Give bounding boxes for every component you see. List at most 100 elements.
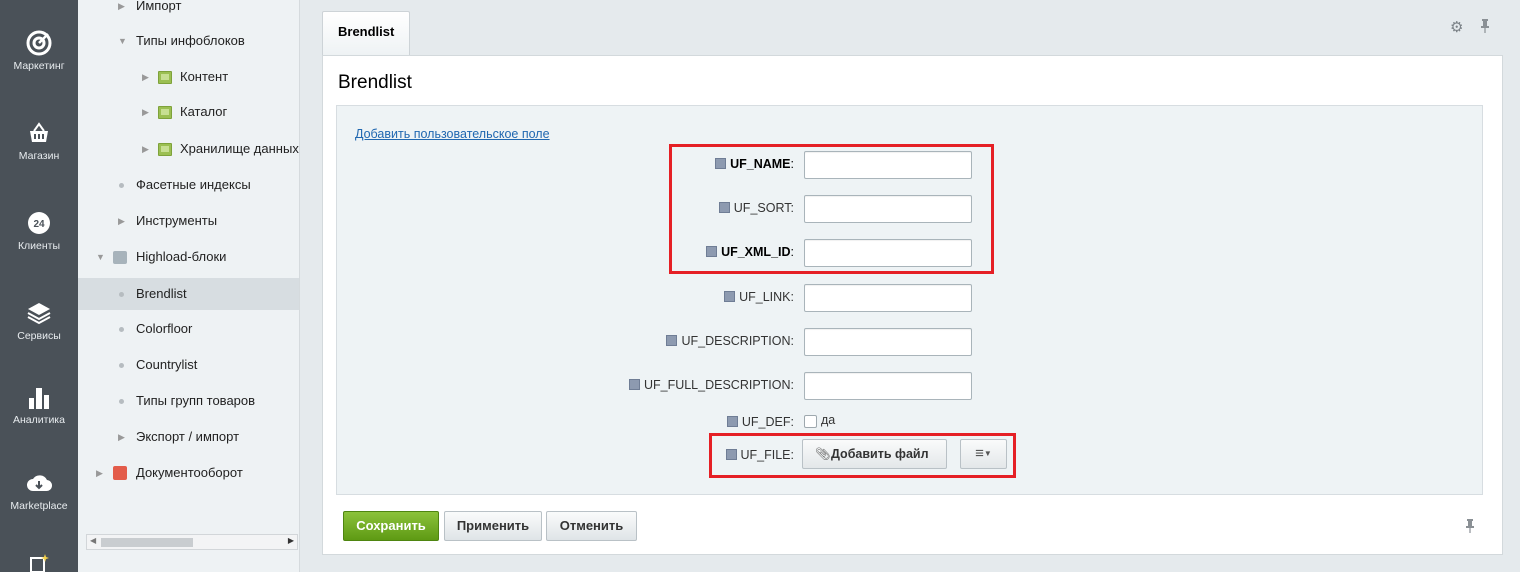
apply-button[interactable]: Применить (444, 511, 542, 541)
nav-item-wizard[interactable] (0, 552, 78, 572)
save-button[interactable]: Сохранить (343, 511, 439, 541)
expand-arrow-icon[interactable]: ▶ (118, 421, 125, 453)
tree-item-label: Brendlist (136, 286, 187, 301)
expand-arrow-icon[interactable]: ▶ (142, 133, 149, 165)
tree-item-brendlist[interactable]: Brendlist (78, 278, 299, 310)
expand-arrow-icon[interactable]: ▶ (96, 457, 103, 489)
highlight-file-field (709, 433, 1016, 478)
tree-item-facet-indexes[interactable]: Фасетные индексы (78, 169, 299, 201)
uf-link-input[interactable] (804, 284, 972, 312)
tree-horizontal-scrollbar[interactable]: ◀ ▶ (86, 534, 298, 550)
nav-item-label: Marketplace (10, 500, 68, 512)
scrollbar-thumb[interactable] (101, 538, 193, 547)
iblock-folder-icon (158, 143, 172, 156)
clients-24-icon: 24 (28, 212, 50, 234)
tree-item-label: Документооборот (136, 465, 243, 480)
nav-item-label: Клиенты (17, 240, 61, 252)
tree-item-export-import[interactable]: ▶ Экспорт / импорт (78, 421, 299, 453)
pin-icon[interactable] (1465, 518, 1475, 537)
bullet-icon (119, 363, 124, 368)
gear-icon[interactable]: ⚙ (1450, 18, 1463, 36)
bullet-icon (119, 399, 124, 404)
field-label: UF_DEF: (726, 408, 794, 436)
nav-item-marketing[interactable]: Маркетинг (0, 30, 78, 72)
highlight-required-fields (669, 144, 994, 274)
wand-icon (30, 554, 49, 572)
basket-icon (30, 122, 48, 142)
tree-item-label: Highload-блоки (136, 249, 227, 264)
scroll-right-icon[interactable]: ▶ (288, 536, 294, 545)
nav-item-label: Магазин (18, 150, 60, 162)
nav-item-clients[interactable]: 24 Клиенты (0, 210, 78, 252)
scroll-left-icon[interactable]: ◀ (90, 536, 96, 545)
bar-chart-icon (29, 388, 49, 409)
admin-tree: ▶ Импорт ▼ Типы инфоблоков ▶ Контент ▶ К… (78, 0, 300, 572)
field-row-uf-link: UF_LINK: (300, 283, 794, 311)
nav-item-analytics[interactable]: Аналитика (0, 384, 78, 426)
svg-text:24: 24 (33, 219, 45, 230)
tree-item-data-storage[interactable]: ▶ Хранилище данных (78, 133, 299, 165)
help-icon[interactable] (726, 416, 738, 427)
tree-item-highload-blocks[interactable]: ▼ Highload-блоки (78, 241, 299, 273)
tree-item-label: Инструменты (136, 213, 218, 228)
bullet-icon (119, 292, 124, 297)
tab-brendlist[interactable]: Brendlist (322, 11, 410, 56)
nav-item-label: Сервисы (17, 330, 61, 342)
tree-item-label: Фасетные индексы (136, 177, 251, 192)
cancel-button[interactable]: Отменить (546, 511, 637, 541)
tree-item-colorfloor[interactable]: Colorfloor (78, 313, 299, 345)
highload-icon (113, 251, 127, 264)
collapse-arrow-icon[interactable]: ▼ (118, 25, 127, 57)
field-row-uf-full-description: UF_FULL_DESCRIPTION: (300, 371, 794, 399)
tree-item-countrylist[interactable]: Countrylist (78, 349, 299, 381)
field-label: UF_FULL_DESCRIPTION: (628, 371, 794, 399)
nav-item-services[interactable]: Сервисы (0, 300, 78, 342)
tree-item-label: Экспорт / импорт (136, 429, 240, 444)
tree-item-label: Colorfloor (136, 321, 193, 336)
tree-item-tools[interactable]: ▶ Инструменты (78, 205, 299, 237)
expand-arrow-icon[interactable]: ▶ (142, 96, 149, 128)
help-icon[interactable] (628, 379, 640, 390)
tree-item-label: Контент (180, 69, 229, 84)
tree-item-label: Типы групп товаров (136, 393, 256, 408)
tree-item-label: Импорт (136, 0, 182, 13)
bullet-icon (119, 327, 124, 332)
field-label: UF_DESCRIPTION: (666, 327, 794, 355)
tree-item-catalog[interactable]: ▶ Каталог (78, 96, 299, 128)
tree-item-iblock-types[interactable]: ▼ Типы инфоблоков (78, 25, 299, 57)
uf-description-input[interactable] (804, 328, 972, 356)
iblock-folder-icon (158, 71, 172, 84)
expand-arrow-icon[interactable]: ▶ (142, 61, 149, 93)
bullet-icon (119, 183, 124, 188)
tree-item-label: Хранилище данных (180, 141, 299, 156)
pin-icon[interactable] (1480, 18, 1490, 38)
collapse-arrow-icon[interactable]: ▼ (96, 241, 105, 273)
tree-item-product-group-types[interactable]: Типы групп товаров (78, 385, 299, 417)
page-title: Brendlist (338, 72, 412, 93)
nav-item-label: Маркетинг (13, 60, 65, 72)
uf-def-checkbox-label[interactable]: да (821, 413, 835, 427)
target-icon (26, 30, 52, 56)
tree-item-label: Каталог (180, 104, 228, 119)
tree-item-label: Countrylist (136, 357, 198, 372)
nav-item-label: Аналитика (13, 414, 65, 426)
field-label: UF_LINK: (724, 283, 794, 311)
help-icon[interactable] (666, 335, 678, 346)
iblock-folder-icon (158, 106, 172, 119)
uf-full-description-input[interactable] (804, 372, 972, 400)
left-navigation: Маркетинг Магазин 24 Клиенты Сервисы Ана… (0, 0, 78, 572)
add-user-field-link[interactable]: Добавить пользовательское поле (355, 127, 550, 141)
nav-item-shop[interactable]: Магазин (0, 120, 78, 162)
nav-item-marketplace[interactable]: Marketplace (0, 470, 78, 512)
layers-icon (27, 303, 51, 325)
field-row-uf-description: UF_DESCRIPTION: (300, 327, 794, 355)
help-icon[interactable] (724, 291, 736, 302)
tree-item-label: Типы инфоблоков (136, 33, 245, 48)
tree-item-import[interactable]: ▶ Импорт (78, 0, 299, 22)
expand-arrow-icon[interactable]: ▶ (118, 0, 125, 22)
tree-item-document-flow[interactable]: ▶ Документооборот (78, 457, 299, 489)
uf-def-checkbox[interactable] (804, 415, 817, 428)
tree-item-content[interactable]: ▶ Контент (78, 61, 299, 93)
expand-arrow-icon[interactable]: ▶ (118, 205, 125, 237)
document-flow-icon (113, 466, 127, 480)
